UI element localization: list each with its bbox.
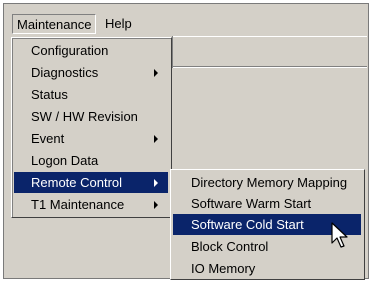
submenu-item-label: Block Control [191,239,269,254]
menu-item-event[interactable]: Event [14,128,168,149]
menu-maintenance[interactable]: Maintenance [12,14,96,34]
menu-item-label: SW / HW Revision [31,109,138,124]
menu-item-label: Diagnostics [31,65,99,80]
menu-item-status[interactable]: Status [14,84,168,105]
submenu-item-label: Directory Memory Mapping [191,175,348,190]
menu-item-configuration[interactable]: Configuration [14,40,168,61]
submenu-item-label: IO Memory [191,261,256,276]
menu-item-t1-maintenance[interactable]: T1 Maintenance [14,194,168,215]
menu-help[interactable]: Help [101,14,136,34]
menu-item-diagnostics[interactable]: Diagnostics [14,62,168,83]
pane-divider [172,36,173,68]
menu-item-logon-data[interactable]: Logon Data [14,150,168,171]
submenu-arrow-icon [154,201,158,209]
submenu-item-software-warm-start[interactable]: Software Warm Start [173,193,361,214]
submenu-arrow-icon [154,69,158,77]
menu-item-label: T1 Maintenance [31,197,125,212]
menu-item-label: Remote Control [31,175,123,190]
pane-divider [173,66,367,68]
menu-item-label: Event [31,131,65,146]
menu-item-label: Configuration [31,43,109,58]
mouse-pointer-icon [331,222,348,248]
submenu-item-label: Software Cold Start [191,217,304,232]
submenu-arrow-icon [154,135,158,143]
pane-divider [173,36,367,37]
menu-item-remote-control[interactable]: Remote Control [14,172,168,193]
menu-item-label: Status [31,87,68,102]
submenu-item-directory-memory-mapping[interactable]: Directory Memory Mapping [173,172,361,193]
submenu-item-io-memory[interactable]: IO Memory [173,258,361,279]
maintenance-dropdown: Configuration Diagnostics Status SW / HW… [11,37,172,218]
menu-item-sw-hw-revision[interactable]: SW / HW Revision [14,106,168,127]
menu-bar: Maintenance Help [4,13,368,35]
submenu-item-label: Software Warm Start [191,196,312,211]
submenu-arrow-icon [154,179,158,187]
menu-item-label: Logon Data [31,153,99,168]
